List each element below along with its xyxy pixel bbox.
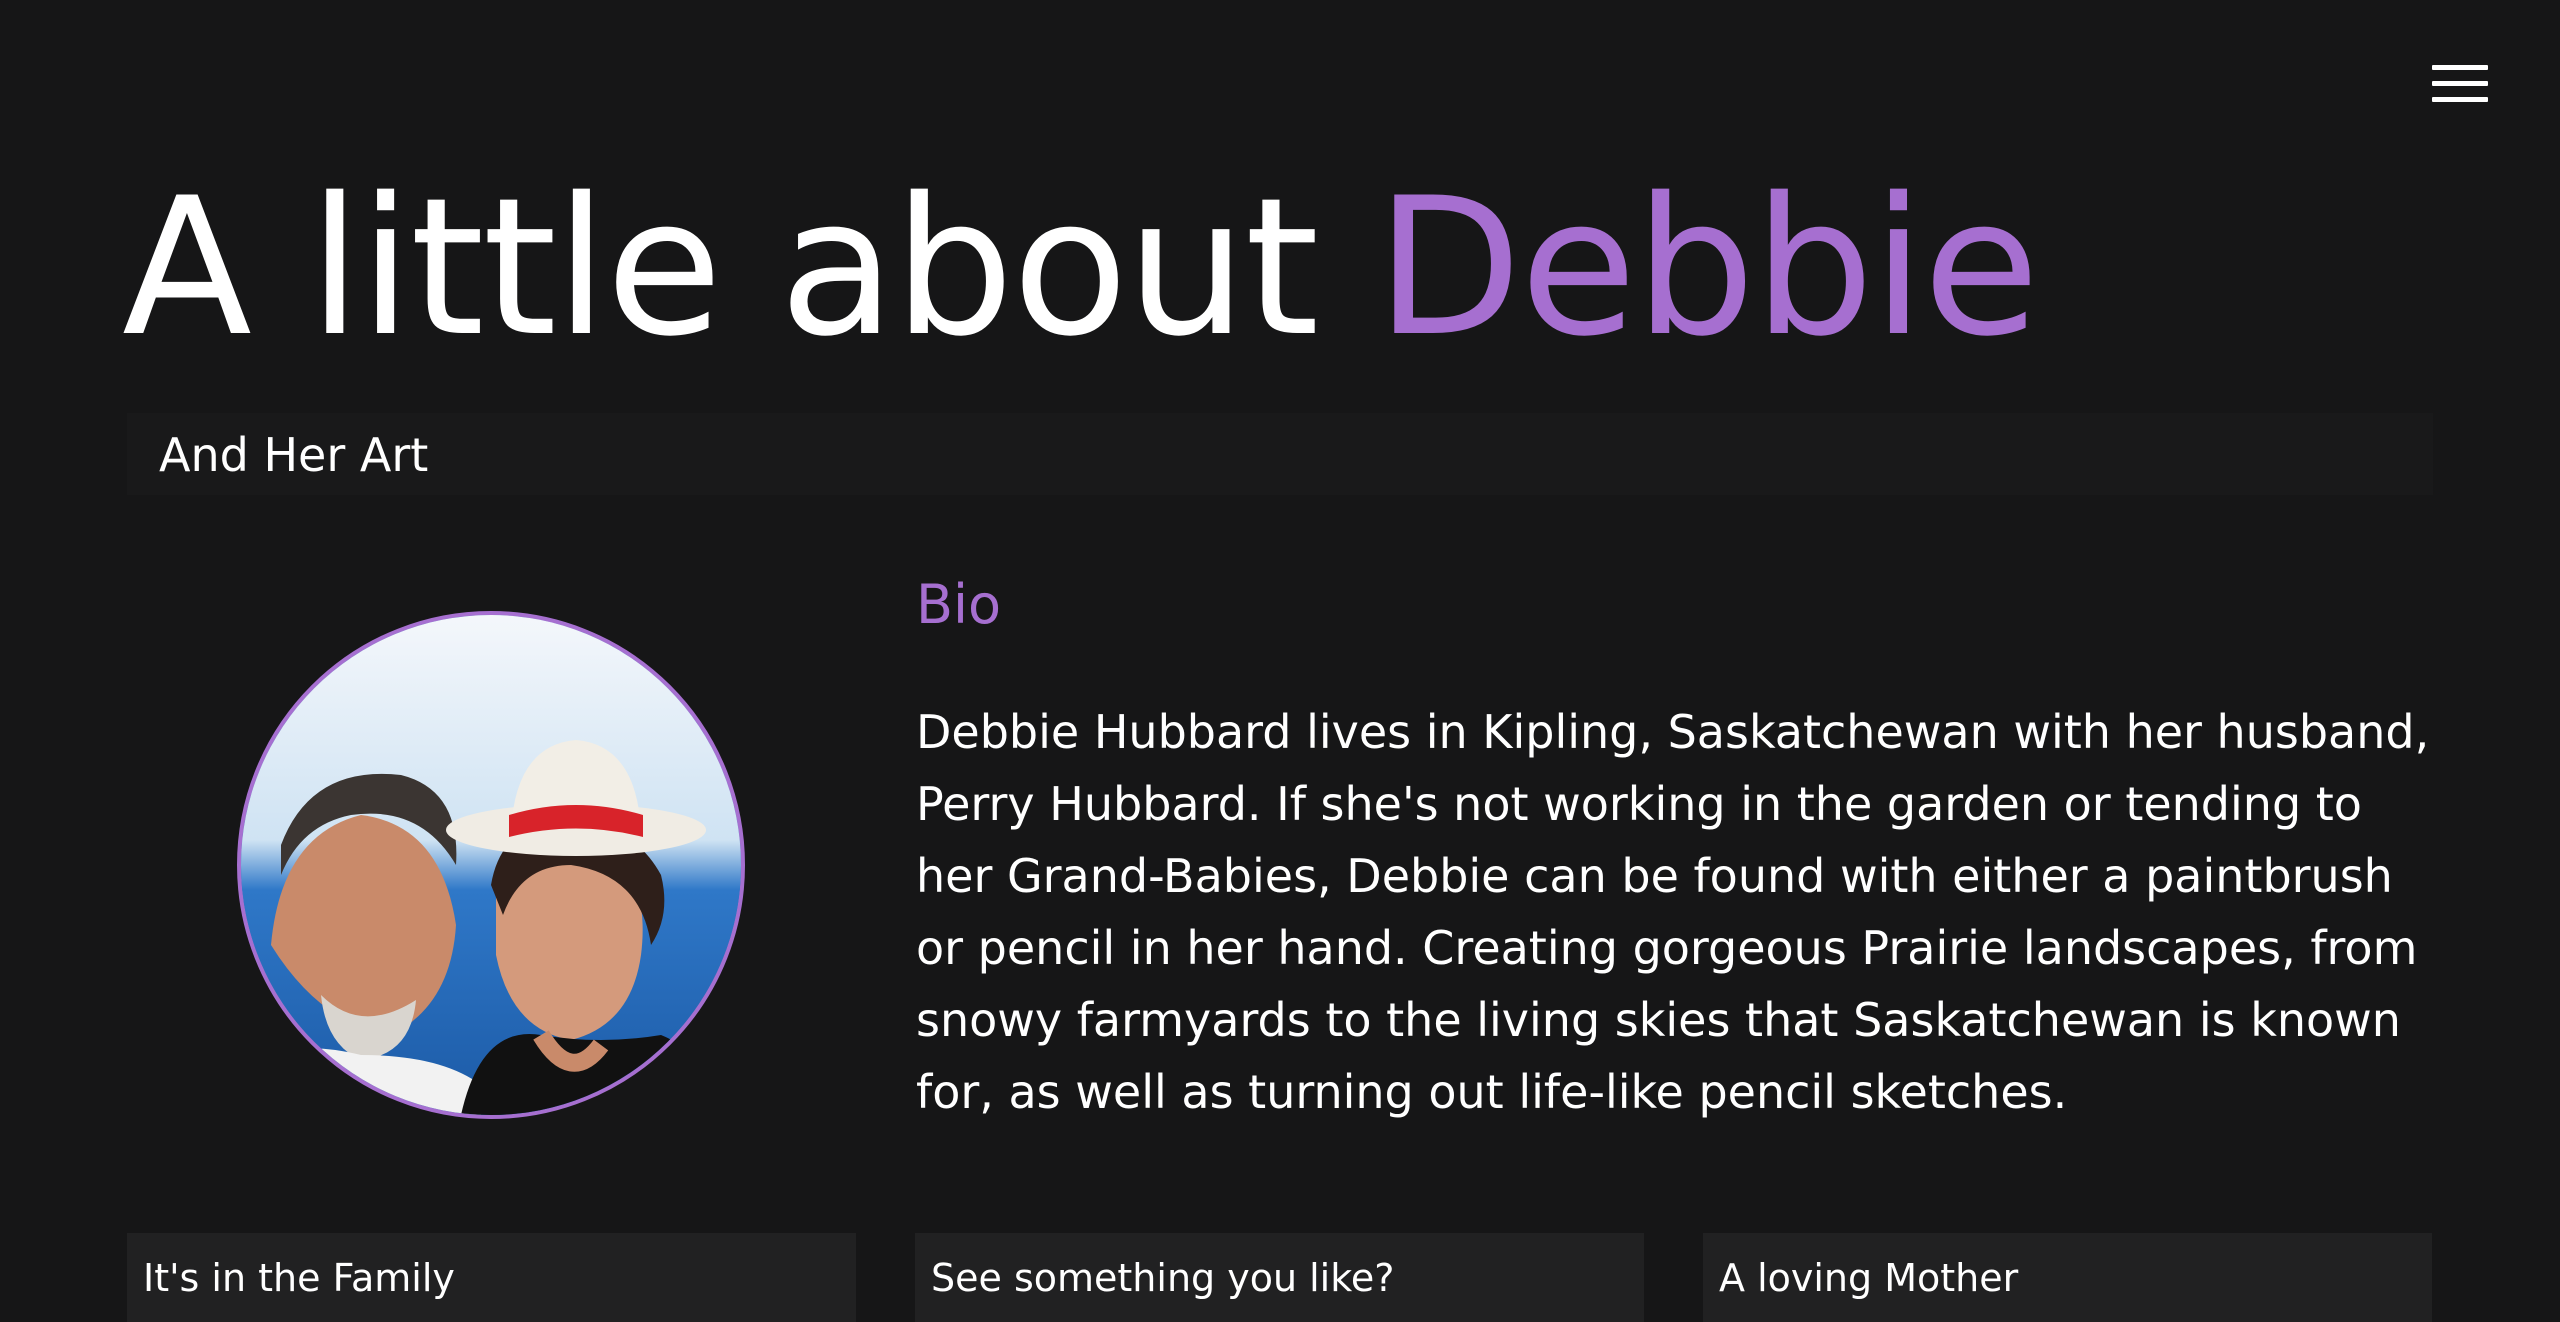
bio-heading: Bio — [916, 573, 1002, 636]
bio-text: Debbie Hubbard lives in Kipling, Saskatc… — [916, 705, 2430, 1119]
profile-photo-illustration — [241, 615, 741, 1115]
subtitle-bar: And Her Art — [127, 413, 2433, 495]
card-family[interactable]: It's in the Family — [127, 1233, 856, 1322]
hamburger-menu-icon[interactable] — [2428, 60, 2488, 108]
page-title-name: Debbie — [1375, 157, 2040, 378]
page-title: A little about Debbie — [122, 157, 2040, 378]
page-title-prefix: A little about — [122, 157, 1376, 378]
card-see-something[interactable]: See something you like? — [915, 1233, 1644, 1322]
card-title: See something you like? — [931, 1256, 1395, 1300]
profile-photo — [237, 611, 745, 1119]
card-title: It's in the Family — [143, 1256, 455, 1300]
card-loving-mother[interactable]: A loving Mother — [1703, 1233, 2432, 1322]
page-subtitle: And Her Art — [159, 428, 429, 482]
page: A little about Debbie And Her Art Bio De… — [0, 0, 2560, 1322]
menu-bar-top — [2432, 65, 2488, 70]
menu-bar-bottom — [2432, 97, 2488, 102]
menu-bar-middle — [2432, 81, 2488, 86]
card-title: A loving Mother — [1719, 1256, 2019, 1300]
